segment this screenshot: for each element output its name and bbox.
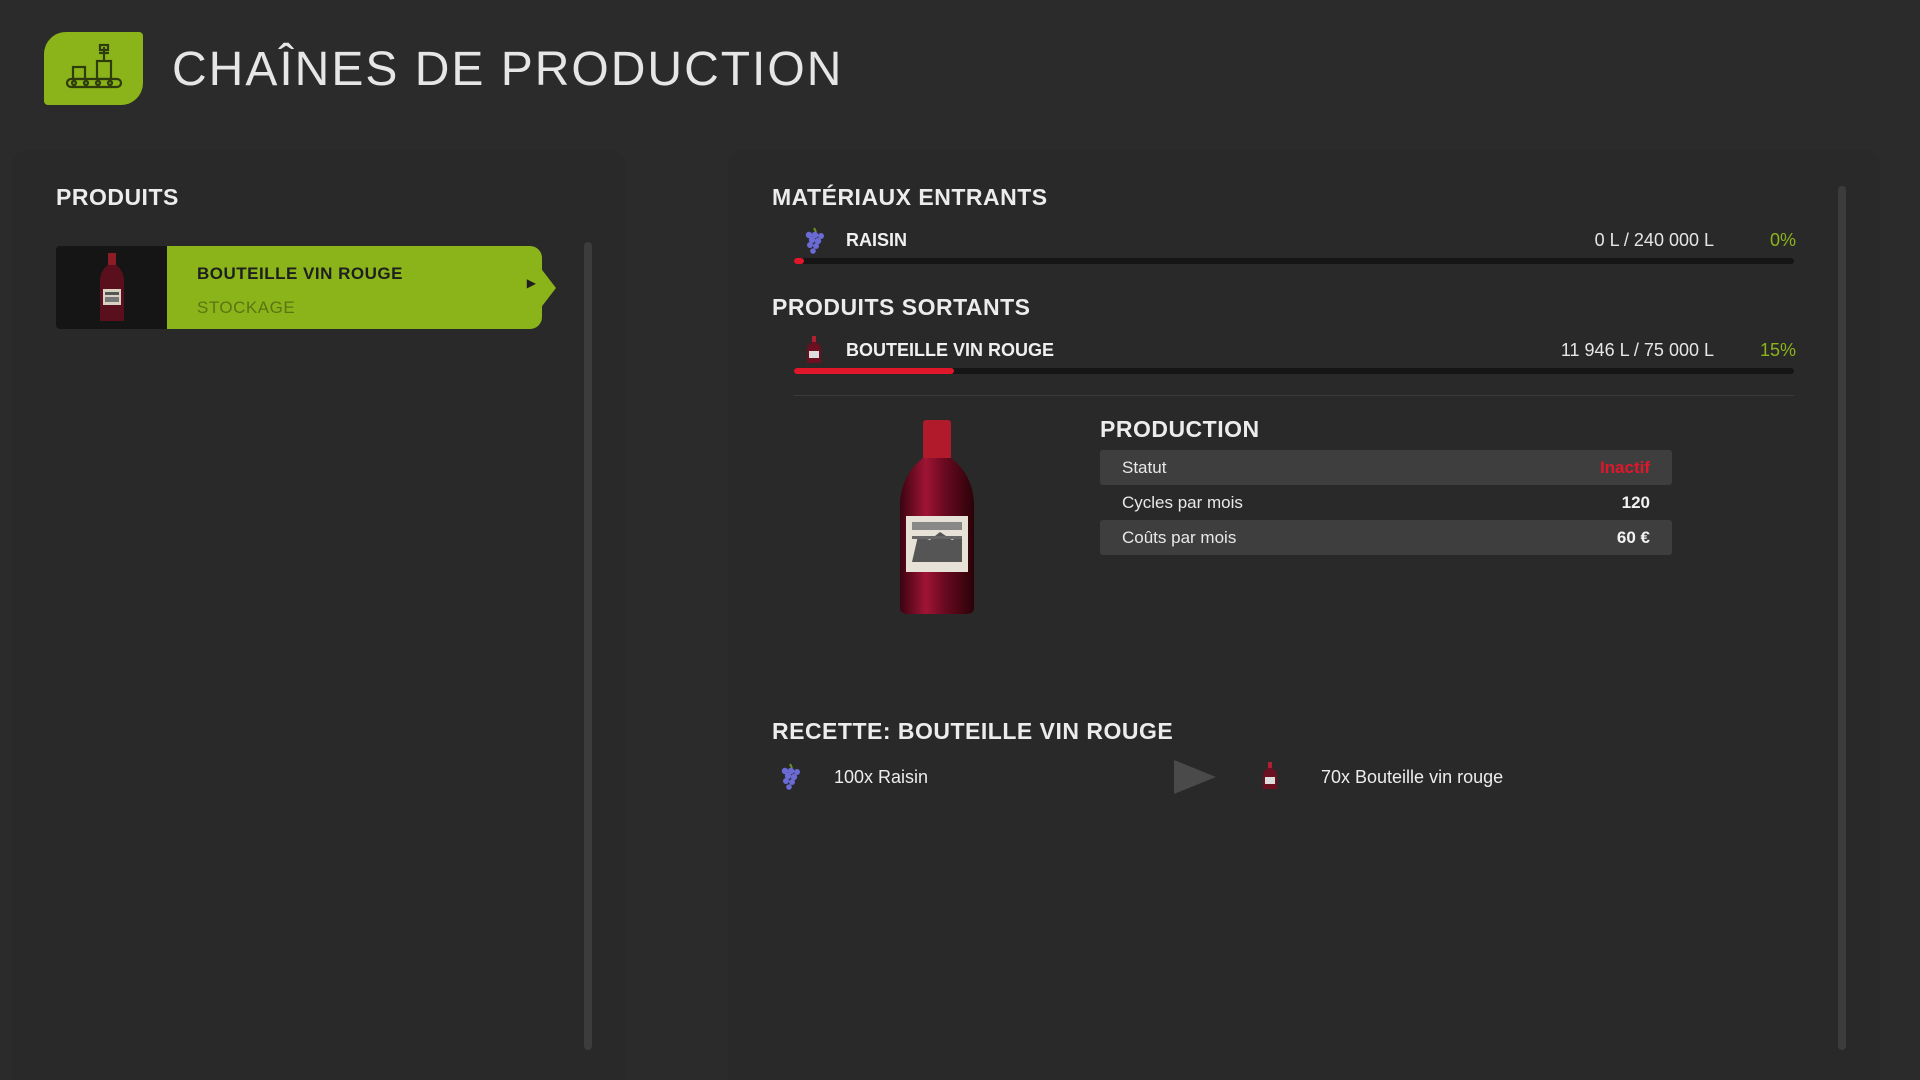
- red-wine-bottle-image: [882, 416, 992, 616]
- output-progress-fill: [794, 368, 954, 374]
- outputs-title: PRODUITS SORTANTS: [772, 294, 1031, 320]
- recipe-title: RECETTE: BOUTEILLE VIN ROUGE: [772, 718, 1174, 744]
- product-name: BOUTEILLE VIN ROUGE: [197, 264, 403, 283]
- recipe-input-label: 100x Raisin: [834, 767, 929, 787]
- products-scrollbar[interactable]: [584, 242, 592, 1050]
- output-progress-bar: [794, 368, 1794, 374]
- products-title: PRODUITS: [56, 184, 179, 210]
- input-row-raisin: RAISIN 0 L / 240 000 L 0%: [772, 226, 1796, 256]
- production-row-status: Statut Inactif: [1100, 450, 1672, 485]
- output-name: BOUTEILLE VIN ROUGE: [846, 340, 1055, 360]
- page-title: CHAÎNES DE PRODUCTION: [172, 43, 844, 96]
- details-scrollbar[interactable]: [1838, 186, 1846, 1050]
- input-amount: 0 L / 240 000 L: [1594, 230, 1714, 250]
- cycles-value: 120: [1621, 492, 1650, 512]
- product-list-item-bouteille-vin-rouge[interactable]: BOUTEILLE VIN ROUGE STOCKAGE ▶: [56, 246, 556, 329]
- output-percent: 15%: [1759, 340, 1796, 360]
- output-amount: 11 946 L / 75 000 L: [1560, 340, 1714, 360]
- input-progress-bar: [794, 258, 1794, 264]
- status-value: Inactif: [1599, 457, 1650, 477]
- costs-value: 60 €: [1616, 527, 1650, 547]
- input-percent: 0%: [1769, 230, 1796, 250]
- production-row-cycles: Cycles par mois 120: [1100, 485, 1672, 520]
- grapes-icon: [778, 762, 802, 795]
- production-table: Statut Inactif Cycles par mois 120 Coûts…: [1100, 450, 1672, 555]
- costs-label: Coûts par mois: [1122, 527, 1237, 547]
- input-progress-fill: [794, 258, 804, 264]
- wine-bottle-icon: [1258, 762, 1282, 795]
- play-arrow-icon: [1174, 760, 1216, 794]
- divider: [794, 395, 1794, 396]
- product-subtitle: STOCKAGE: [197, 298, 296, 317]
- chevron-right-icon: ▶: [526, 276, 536, 290]
- inputs-title: MATÉRIAUX ENTRANTS: [772, 184, 1048, 210]
- product-list-item-body: BOUTEILLE VIN ROUGE STOCKAGE ▶: [167, 246, 556, 329]
- output-row-bouteille-vin-rouge: BOUTEILLE VIN ROUGE 11 946 L / 75 000 L …: [772, 336, 1796, 366]
- production-line-icon: [44, 32, 143, 105]
- cycles-label: Cycles par mois: [1122, 492, 1243, 512]
- recipe-output-label: 70x Bouteille vin rouge: [1321, 767, 1504, 787]
- status-label: Statut: [1122, 457, 1167, 477]
- production-title: PRODUCTION: [1100, 416, 1260, 442]
- production-row-costs: Coûts par mois 60 €: [1100, 520, 1672, 555]
- grapes-icon: [802, 226, 826, 254]
- recipe-row: 100x Raisin 70x Bouteille vin rouge: [772, 760, 1872, 795]
- wine-bottle-icon: [802, 336, 826, 364]
- wine-bottle-icon: [56, 246, 167, 329]
- input-name: RAISIN: [846, 230, 908, 250]
